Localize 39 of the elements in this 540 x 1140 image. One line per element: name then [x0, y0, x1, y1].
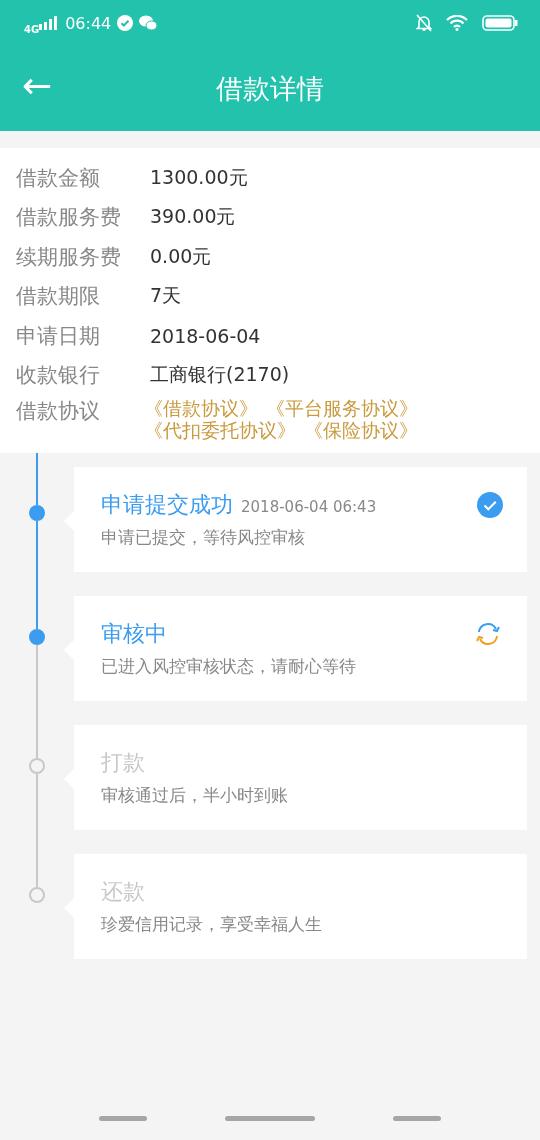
detail-value: 7天: [150, 283, 182, 309]
detail-label: 借款协议: [16, 398, 101, 425]
detail-label: 借款期限: [16, 283, 101, 311]
step-description: 已进入风控审核状态，请耐心等待: [101, 655, 356, 678]
detail-value: 2018-06-04: [150, 324, 261, 347]
detail-label: 申请日期: [16, 322, 101, 350]
chat-bubbles-icon: [139, 15, 158, 31]
step-description: 申请已提交，等待风控审核: [101, 526, 306, 549]
agreement-link[interactable]: 《借款协议》: [144, 397, 258, 419]
refresh-icon: [473, 620, 503, 647]
detail-label: 借款金额: [16, 164, 101, 192]
step-time: 2018-06-04 06:43: [241, 498, 377, 516]
step-description: 珍爱信用记录，享受幸福人生: [101, 913, 322, 936]
wifi-icon: [446, 15, 468, 31]
agreement-link[interactable]: 《保险协议》: [304, 419, 418, 441]
back-button[interactable]: ←: [22, 67, 53, 110]
detail-label: 收款银行: [16, 362, 101, 390]
nav-bar-handle[interactable]: [393, 1115, 441, 1121]
detail-value: 1300.00元: [150, 164, 248, 190]
clock-time: 06:44: [65, 13, 112, 33]
check-circle-icon: [477, 491, 503, 518]
page-title: 借款详情: [216, 71, 324, 106]
nav-bar-handle[interactable]: [99, 1115, 147, 1121]
detail-value: 0.00元: [150, 243, 212, 269]
battery-icon: [482, 15, 518, 31]
check-circle-icon: [117, 15, 134, 31]
bell-off-icon: [416, 14, 432, 32]
detail-label: 借款服务费: [16, 204, 122, 232]
detail-label: 续期服务费: [16, 243, 122, 271]
agreement-link[interactable]: 《平台服务协议》: [266, 397, 418, 419]
detail-value: 390.00元: [150, 204, 236, 230]
step-title: 申请提交成功: [101, 491, 233, 519]
detail-value: 工商银行(2170): [150, 362, 290, 388]
network-type: 4G: [24, 23, 40, 35]
step-title: 审核中: [101, 620, 167, 648]
step-description: 审核通过后，半小时到账: [101, 784, 288, 807]
signal-icon: [39, 16, 60, 30]
agreement-link[interactable]: 《代扣委托协议》: [144, 419, 296, 441]
nav-bar-handle[interactable]: [225, 1115, 315, 1121]
